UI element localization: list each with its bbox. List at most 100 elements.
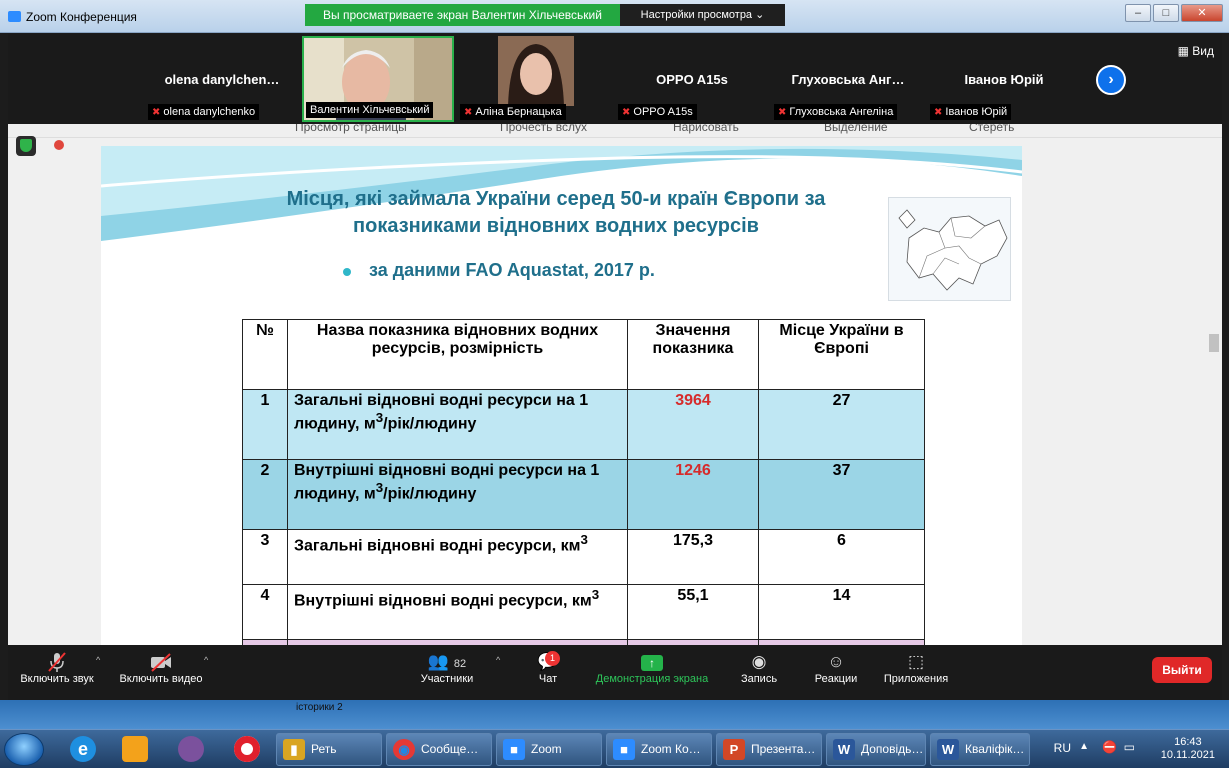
share-screen-button[interactable]: ↑ Демонстрация экрана xyxy=(592,651,712,685)
unmute-button[interactable]: Включить звук ^ xyxy=(16,651,100,685)
shared-screen: Просмотр страницы Прочесть вслух Нарисов… xyxy=(8,124,1222,645)
pinned-ie[interactable]: e xyxy=(60,734,106,765)
participant-tile[interactable]: olena danylchen… ✖ olena danylchenko xyxy=(146,36,298,122)
task-powerpoint[interactable]: P Презента… xyxy=(716,733,822,766)
apps-button[interactable]: ⬚ Приложения xyxy=(880,651,952,685)
clock[interactable]: 16:43 10.11.2021 xyxy=(1161,736,1215,762)
participant-tile[interactable]: ✖ Аліна Бернацька xyxy=(458,36,610,122)
audio-options-caret-icon[interactable]: ^ xyxy=(96,655,100,665)
minimize-button[interactable]: ‒ xyxy=(1125,4,1151,22)
pinned-opera[interactable] xyxy=(224,734,270,765)
desktop-background-strip: історики 2 xyxy=(0,700,1229,729)
pinned-viber[interactable] xyxy=(168,734,214,765)
video-options-caret-icon[interactable]: ^ xyxy=(204,655,208,665)
header-value: Значення показника xyxy=(627,319,759,390)
task-word-2[interactable]: W Кваліфік… xyxy=(930,733,1030,766)
read-aloud-item: Прочесть вслух xyxy=(500,124,587,134)
security-shield-icon[interactable] xyxy=(16,136,36,156)
browser-toolbar-fragment: Просмотр страницы Прочесть вслух Нарисов… xyxy=(8,124,1222,138)
participant-label: ✖ OPPO A15s xyxy=(618,104,697,120)
display-icon[interactable]: ▭ xyxy=(1124,740,1135,754)
tray-expand-icon[interactable]: ▲ xyxy=(1079,741,1089,752)
viber-icon xyxy=(178,736,204,762)
header-number: № xyxy=(242,319,288,390)
network-icon[interactable]: ⛔ xyxy=(1102,740,1117,754)
table-header-row: № Назва показника відновних водних ресур… xyxy=(242,319,925,390)
close-button[interactable]: ✕ xyxy=(1181,4,1223,22)
participant-label: ✖ olena danylchenko xyxy=(148,104,260,120)
recording-dot-icon xyxy=(54,140,64,150)
muted-mic-icon: ✖ xyxy=(152,107,161,118)
task-zoom[interactable]: ■ Zoom xyxy=(496,733,602,766)
task-zoom-meeting[interactable]: ■ Zoom Ко… xyxy=(606,733,712,766)
zoom-app-icon xyxy=(8,11,21,22)
participant-tile[interactable]: OPPO A15s ✖ OPPO A15s xyxy=(616,36,768,122)
highlight-item: Выделение xyxy=(824,124,888,134)
participants-button[interactable]: 👥 82 Участники ^ xyxy=(416,651,501,685)
language-indicator[interactable]: RU xyxy=(1054,741,1071,755)
zoom-icon: ■ xyxy=(503,739,525,760)
participant-label: ✖ Іванов Юрій xyxy=(930,104,1012,120)
slide-title: Місця, які займала України серед 50-и кр… xyxy=(286,188,826,237)
task-explorer[interactable]: ▮ Реть xyxy=(276,733,382,766)
participants-caret-icon[interactable]: ^ xyxy=(496,655,500,665)
window-title: Zoom Конференция xyxy=(26,10,137,24)
draw-item: Нарисовать xyxy=(673,124,739,134)
grid-icon: ▦ xyxy=(1177,44,1193,58)
table-row: 3 Загальні відновні водні ресурси, км3 1… xyxy=(242,529,925,585)
maximize-button[interactable]: □ xyxy=(1153,4,1179,22)
participant-strip: olena danylchen… ✖ olena danylchenko Вале… xyxy=(8,34,1222,124)
slide-bullet: за даними FAO Aquastat, 2017 р. xyxy=(343,260,655,280)
chrome-icon: ◉ xyxy=(393,739,415,760)
share-banner: Вы просматриваете экран Валентин Хільчев… xyxy=(305,4,620,26)
water-resources-table: № Назва показника відновних водних ресур… xyxy=(242,319,925,645)
table-row: 1 Загальні відновні водні ресурси на 1 л… xyxy=(242,389,925,460)
chat-button[interactable]: 💬 1 Чат xyxy=(526,651,570,685)
next-page-chevron-icon[interactable]: › xyxy=(1096,65,1126,95)
table-row: 4 Внутрішні відновні водні ресурси, км3 … xyxy=(242,584,925,640)
leave-button[interactable]: Выйти xyxy=(1152,657,1212,683)
participants-icon: 👥 xyxy=(427,652,450,671)
desktop-text: історики 2 xyxy=(296,702,343,713)
scrollbar[interactable] xyxy=(1206,138,1222,645)
opera-icon xyxy=(234,736,260,762)
apps-icon: ⬚ xyxy=(907,652,925,671)
video-off-icon xyxy=(116,651,206,673)
zoom-icon: ■ xyxy=(613,739,635,760)
muted-mic-icon: ✖ xyxy=(778,107,787,118)
start-video-button[interactable]: Включить видео ^ xyxy=(116,651,208,685)
task-word-1[interactable]: W Доповідь… xyxy=(826,733,926,766)
muted-mic-icon: ✖ xyxy=(464,107,473,118)
participant-name: Іванов Юрій xyxy=(964,72,1044,87)
smiley-icon: ☺ xyxy=(827,652,845,671)
participant-tile-active[interactable]: Валентин Хільчевський xyxy=(302,36,454,122)
participant-label: ✖ Глуховська Ангеліна xyxy=(774,104,898,120)
pinned-media-player[interactable] xyxy=(112,734,158,765)
title-bar: Zoom Конференция Вы просматриваете экран… xyxy=(0,0,1229,33)
table-row: 2 Внутрішні відновні водні ресурси на 1 … xyxy=(242,459,925,530)
record-button[interactable]: ◉ Запись xyxy=(734,651,784,685)
powerpoint-icon: P xyxy=(723,739,745,760)
zoom-window: Zoom Конференция Вы просматриваете экран… xyxy=(0,0,1229,768)
task-chrome[interactable]: ◉ Сообще… xyxy=(386,733,492,766)
participant-tile[interactable]: Іванов Юрій ✖ Іванов Юрій xyxy=(928,36,1080,122)
participant-name: Глуховська Анг… xyxy=(791,72,905,87)
europe-map-image xyxy=(888,197,1011,301)
header-place: Місце України в Європі xyxy=(758,319,925,390)
scrollbar-thumb[interactable] xyxy=(1209,334,1219,352)
participant-tile[interactable]: Глуховська Анг… ✖ Глуховська Ангеліна xyxy=(772,36,924,122)
word-icon: W xyxy=(937,739,959,760)
muted-microphone-icon xyxy=(16,651,98,673)
view-options-button[interactable]: Настройки просмотра ⌄ xyxy=(620,4,785,26)
participant-name: olena danylchen… xyxy=(164,72,280,87)
reactions-button[interactable]: ☺ Реакции xyxy=(808,651,864,685)
page-view-item: Просмотр страницы xyxy=(295,124,407,134)
view-button[interactable]: ▦ Вид xyxy=(1178,44,1214,58)
record-icon: ◉ xyxy=(751,652,767,671)
windows-start-button[interactable] xyxy=(4,733,44,766)
windows-taskbar: e ▮ Реть ◉ Сообще… ■ Zoom ■ Zoom Ко… P Презен… xyxy=(0,729,1229,768)
meeting-toolbar: Включить звук ^ Включить видео ^ 👥 82 Уч… xyxy=(8,645,1222,700)
erase-item: Стереть xyxy=(969,124,1015,134)
media-player-icon xyxy=(122,736,148,762)
participant-name: OPPO A15s xyxy=(656,72,728,87)
